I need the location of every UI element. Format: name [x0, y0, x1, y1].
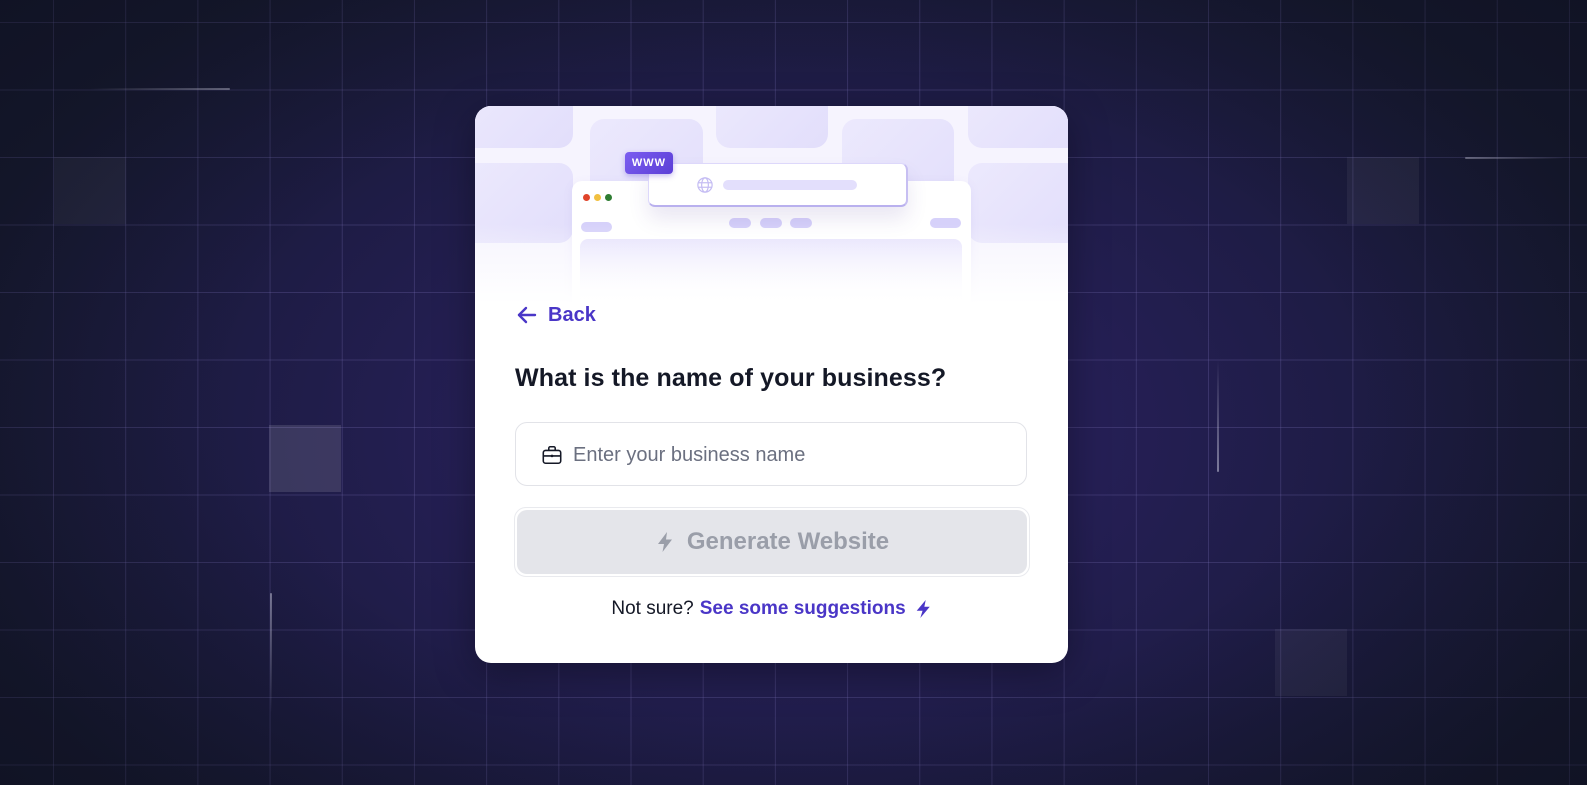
back-label: Back	[548, 303, 596, 326]
suggestions-row: Not sure? See some suggestions	[475, 598, 1068, 620]
see-suggestions-label: See some suggestions	[699, 598, 906, 619]
generate-website-button[interactable]: Generate Website	[514, 507, 1030, 577]
generate-website-label: Generate Website	[686, 528, 890, 555]
lightning-icon	[916, 600, 930, 618]
lightning-icon	[657, 532, 672, 552]
illustration-fade	[475, 224, 1068, 304]
window-dot-red	[583, 194, 590, 201]
business-name-field[interactable]	[515, 422, 1027, 487]
back-button[interactable]: Back	[515, 303, 596, 327]
illustration-block	[716, 106, 828, 148]
business-name-input[interactable]	[571, 423, 1015, 487]
www-badge: WWW	[625, 152, 673, 174]
url-bar-mockup	[648, 163, 908, 207]
url-placeholder	[723, 180, 857, 190]
suggestions-prompt: Not sure?	[611, 598, 694, 619]
website-illustration: WWW	[475, 106, 1068, 304]
business-name-card: WWW Back What is the name of your busine…	[475, 106, 1068, 663]
window-dot-yellow	[594, 194, 601, 201]
illustration-block	[475, 106, 573, 148]
page-title: What is the name of your business?	[515, 364, 947, 392]
globe-icon	[697, 177, 713, 193]
arrow-left-icon	[517, 306, 537, 324]
briefcase-icon	[542, 445, 562, 465]
see-suggestions-link[interactable]: See some suggestions	[700, 598, 932, 620]
generate-website-button-face[interactable]: Generate Website	[517, 510, 1027, 574]
window-dot-green	[605, 194, 612, 201]
illustration-block	[968, 106, 1068, 148]
